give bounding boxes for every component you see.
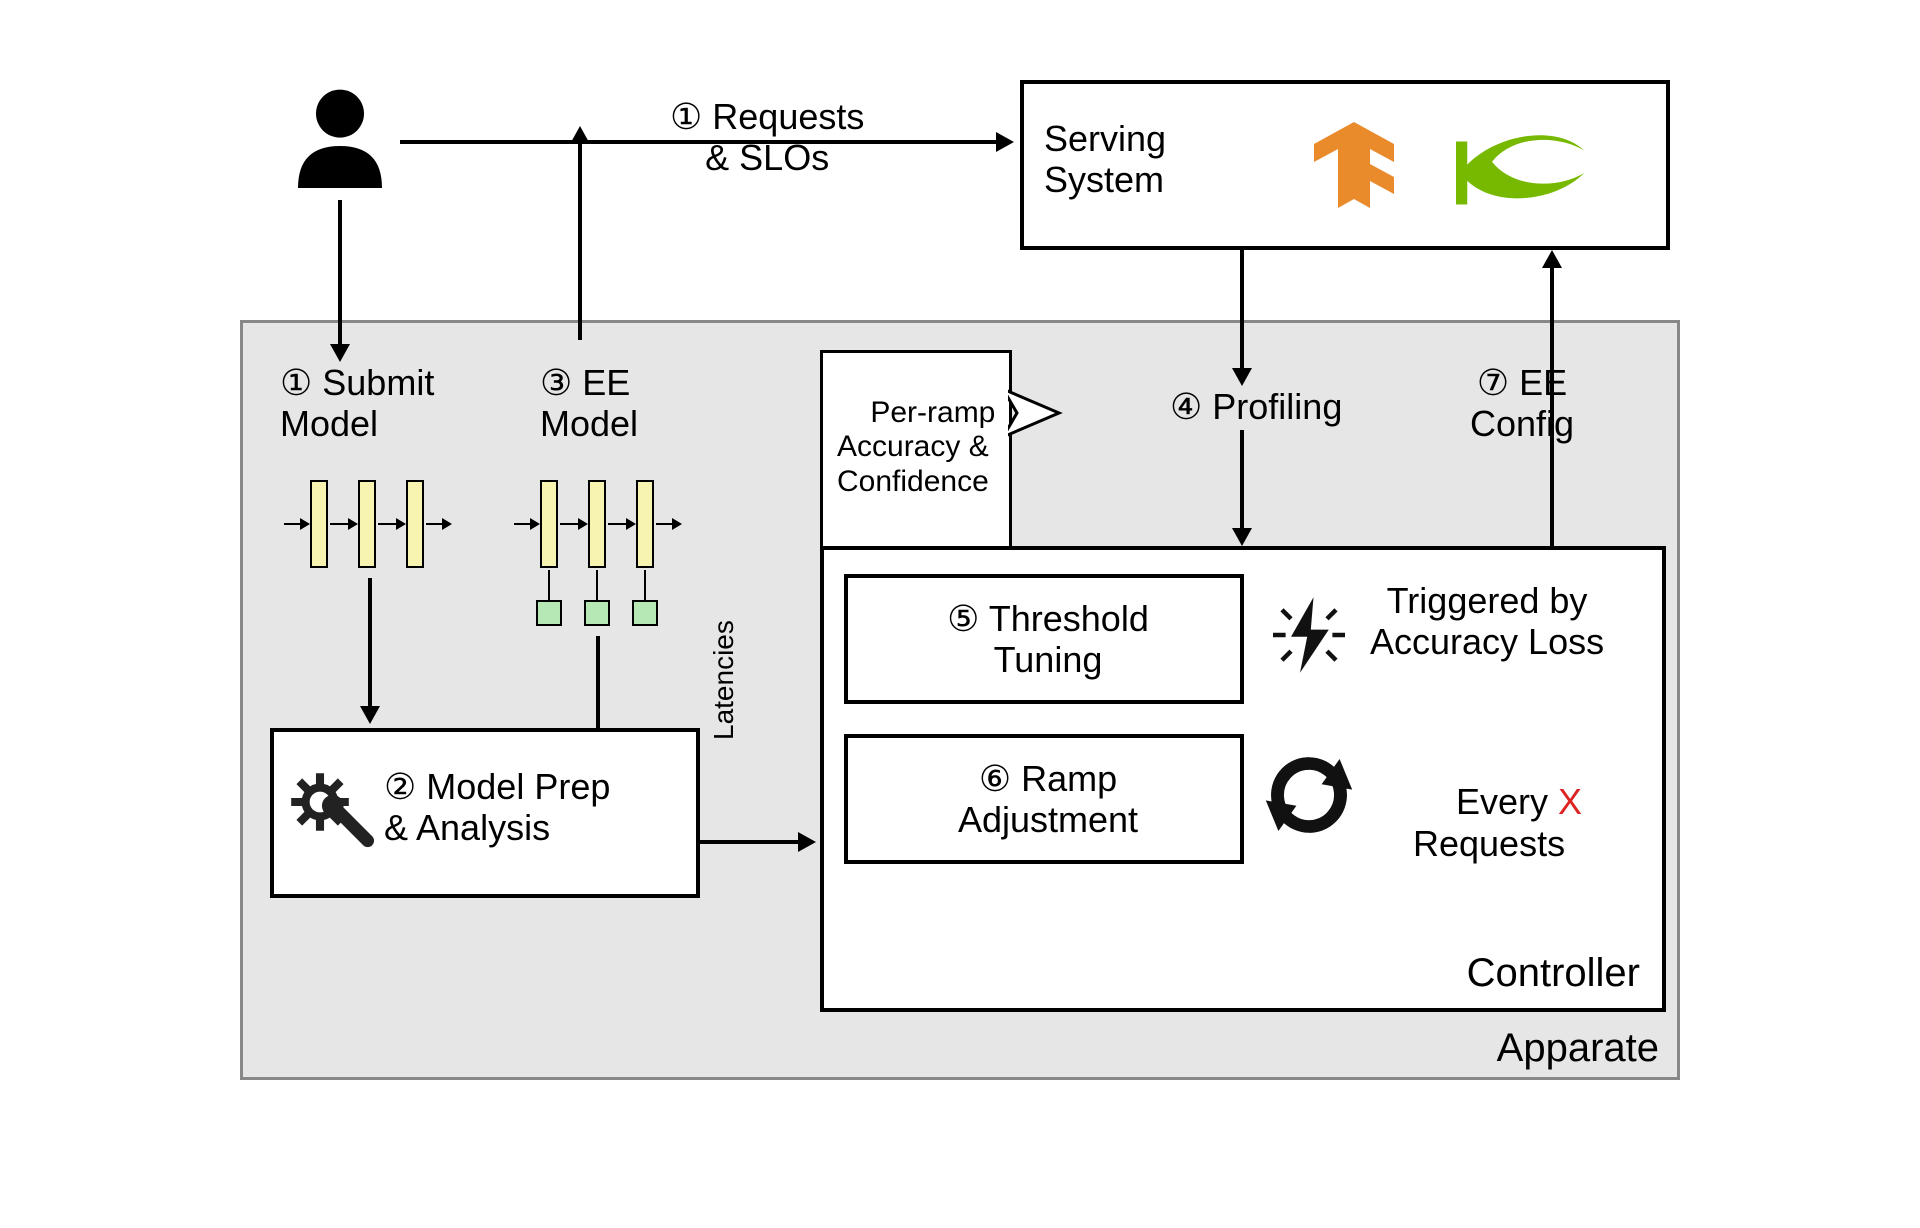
nvidia-icon [1444,128,1594,218]
serving-system-label: Serving System [1044,118,1166,201]
model-prep-box: ② Model Prep & Analysis [270,728,700,898]
connector [578,140,582,340]
flash-icon [1264,590,1354,680]
arrow-head [1542,250,1562,268]
serving-system-box: Serving System [1020,80,1670,250]
gear-wrench-icon [284,766,374,856]
arrow-head [360,706,380,724]
apparate-architecture-diagram: Apparate ① Requests & SLOs Serving Syste… [240,80,1680,1080]
triggered-by-label: Triggered by Accuracy Loss [1370,580,1604,663]
step-requests-slos: ① Requests & SLOs [670,96,864,179]
per-ramp-text: Per-ramp Accuracy & Confidence [837,396,995,498]
arrow-head [330,344,350,362]
every-pre: Every [1456,781,1558,822]
step-threshold-tuning: ⑤ Threshold Tuning [872,598,1224,681]
connector [400,140,580,144]
step-ee-model: ③ EE Model [540,362,638,445]
step-profiling: ④ Profiling [1170,386,1342,427]
arrow-head [1232,368,1252,386]
controller-label: Controller [1467,950,1640,996]
connector [596,636,600,730]
connector [1240,430,1244,530]
step-ee-config: ⑦ EE Config [1470,362,1574,445]
per-ramp-bubble: Per-ramp Accuracy & Confidence [820,350,1012,579]
connector [1240,250,1244,370]
ramp-adjustment-box: ⑥ Ramp Adjustment [844,734,1244,864]
every-post: Requests [1413,823,1565,864]
step-submit-model: ① Submit Model [280,362,434,445]
arrow-head [1232,528,1252,546]
connector [368,578,372,708]
controller-box: ⑤ Threshold Tuning Triggered by Accuracy… [820,546,1666,1012]
refresh-icon [1264,750,1354,840]
arrow-head [798,832,816,852]
bubble-tail [1003,383,1063,443]
connector [338,200,342,350]
every-x-requests: Every X Requests [1396,740,1582,906]
tensorflow-icon [1304,116,1404,216]
arrow-head [996,132,1014,152]
threshold-tuning-box: ⑤ Threshold Tuning [844,574,1244,704]
step-model-prep: ② Model Prep & Analysis [384,766,610,849]
step-ramp-adjustment: ⑥ Ramp Adjustment [872,758,1224,841]
connector [700,840,800,844]
user-icon [280,80,400,200]
latencies-label: Latencies [708,620,740,740]
apparate-label: Apparate [1497,1026,1659,1071]
every-x: X [1558,781,1582,822]
